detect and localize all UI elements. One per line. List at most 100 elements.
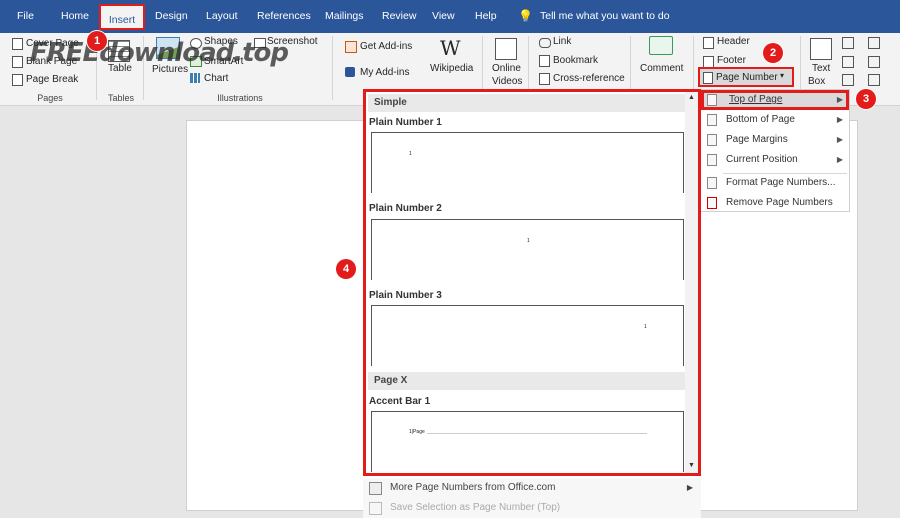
ribbon-divider — [332, 36, 333, 100]
gallery-item-label: Plain Number 1 — [369, 117, 442, 128]
menu-item-label: Save Selection as Page Number (Top) — [390, 502, 561, 513]
tab-design[interactable]: Design — [155, 0, 188, 33]
gallery-item-label: Plain Number 3 — [369, 290, 442, 301]
page-icon — [707, 154, 717, 166]
gallery-section-header: Page X — [368, 372, 686, 390]
callout-4: 4 — [336, 259, 356, 279]
save-selection-item: Save Selection as Page Number (Top) — [363, 498, 701, 518]
gallery-item-accent-bar-1[interactable]: 1|Page — [371, 411, 684, 472]
format-page-number-icon — [707, 177, 717, 189]
tab-layout[interactable]: Layout — [206, 0, 238, 33]
signature-line-icon[interactable] — [868, 37, 880, 49]
page-icon — [707, 114, 717, 126]
get-addins-button[interactable]: Get Add-ins — [360, 41, 412, 52]
page-icon — [707, 134, 717, 146]
more-page-numbers-item[interactable]: More Page Numbers from Office.com ▶ — [363, 478, 701, 498]
online-videos-label-1[interactable]: Online — [492, 63, 521, 74]
gallery-item-plain-number-2[interactable]: 1 — [371, 219, 684, 280]
callout-1: 1 — [87, 31, 107, 51]
page-break-icon — [12, 74, 23, 86]
group-label-pages: Pages — [37, 93, 63, 103]
quick-parts-icon[interactable] — [842, 37, 854, 49]
bookmark-button[interactable]: Bookmark — [553, 55, 598, 66]
tab-review[interactable]: Review — [382, 0, 416, 33]
comment-button[interactable]: Comment — [640, 63, 683, 74]
menu-bar: File Home Insert Design Layout Reference… — [0, 0, 900, 33]
menu-item-remove-page-numbers[interactable]: Remove Page Numbers — [701, 193, 849, 213]
tab-help[interactable]: Help — [475, 0, 497, 33]
menu-item-label: More Page Numbers from Office.com — [390, 482, 556, 493]
menu-item-format-page-numbers[interactable]: Format Page Numbers... — [701, 173, 849, 193]
wordart-icon[interactable] — [842, 56, 854, 68]
object-icon[interactable] — [868, 74, 880, 86]
chevron-right-icon: ▶ — [836, 135, 843, 144]
page-break-button[interactable]: Page Break — [26, 74, 78, 85]
page-number-icon — [703, 72, 713, 84]
text-box-label-1[interactable]: Text — [812, 63, 830, 74]
menu-item-label: Bottom of Page — [726, 114, 795, 125]
header-icon — [703, 37, 714, 49]
page-number-preview: 1|Page — [409, 429, 425, 435]
footer-button[interactable]: Footer — [717, 55, 746, 66]
my-addins-button[interactable]: My Add-ins — [360, 67, 409, 78]
tab-insert[interactable]: Insert — [99, 4, 145, 30]
link-button[interactable]: Link — [553, 36, 571, 47]
scroll-up-arrow-icon[interactable]: ▲ — [688, 94, 695, 101]
callout-3: 3 — [856, 89, 876, 109]
cross-reference-button[interactable]: Cross-reference — [553, 73, 625, 84]
store-icon — [345, 41, 357, 53]
watermark-logo: FREEdownload.top — [30, 38, 289, 68]
tab-home[interactable]: Home — [61, 0, 89, 33]
tab-references[interactable]: References — [257, 0, 311, 33]
text-box-icon — [810, 38, 832, 60]
scroll-down-arrow-icon[interactable]: ▼ — [688, 462, 695, 469]
menu-item-top-of-page[interactable]: Top of Page ▶ — [701, 90, 849, 110]
chevron-down-icon: ▾ — [780, 71, 785, 80]
my-addins-icon — [345, 67, 355, 77]
cross-reference-icon — [539, 73, 550, 85]
gallery-scrollbar[interactable]: ▲ ▼ — [685, 92, 698, 473]
menu-item-label: Current Position — [726, 154, 798, 165]
tell-me-search[interactable]: Tell me what you want to do — [540, 0, 670, 33]
tab-view[interactable]: View — [432, 0, 455, 33]
tab-mailings[interactable]: Mailings — [325, 0, 364, 33]
lightbulb-icon: 💡 — [518, 9, 533, 23]
group-label-tables: Tables — [107, 93, 134, 103]
menu-item-current-position[interactable]: Current Position ▶ — [701, 150, 849, 170]
date-time-icon[interactable] — [868, 56, 880, 68]
gallery-item-plain-number-1[interactable]: 1 — [371, 132, 684, 193]
page-number-gallery: Simple Plain Number 1 1 Plain Number 2 1… — [363, 89, 701, 476]
wikipedia-icon: W — [440, 36, 461, 60]
page-number-preview: 1 — [527, 238, 530, 244]
remove-page-number-icon — [707, 197, 717, 209]
header-button[interactable]: Header — [717, 36, 750, 47]
comment-icon — [649, 36, 673, 55]
chevron-right-icon: ▶ — [836, 95, 843, 104]
office-com-icon — [369, 482, 382, 495]
chevron-right-icon: ▶ — [686, 483, 693, 492]
bookmark-icon — [539, 55, 550, 67]
gallery-item-plain-number-3[interactable]: 1 — [371, 305, 684, 366]
online-videos-label-2[interactable]: Videos — [492, 76, 522, 87]
drop-cap-icon[interactable] — [842, 74, 854, 86]
tab-file[interactable]: File — [17, 0, 34, 33]
menu-item-page-margins[interactable]: Page Margins ▶ — [701, 130, 849, 150]
blank-page-icon — [12, 56, 23, 68]
menu-item-label: Format Page Numbers... — [726, 177, 836, 188]
chart-button[interactable]: Chart — [204, 73, 228, 84]
gallery-item-label: Accent Bar 1 — [369, 396, 431, 407]
page-number-button[interactable]: Page Number — [716, 72, 778, 83]
callout-2: 2 — [763, 43, 783, 63]
accent-bar-line — [427, 433, 647, 434]
page-number-preview: 1 — [644, 324, 647, 330]
cover-page-icon — [12, 38, 23, 50]
group-label-illustrations: Illustrations — [217, 93, 263, 103]
gallery-item-label: Plain Number 2 — [369, 203, 442, 214]
text-box-label-2[interactable]: Box — [808, 76, 825, 87]
wikipedia-button[interactable]: Wikipedia — [430, 63, 473, 74]
menu-item-label: Page Margins — [726, 134, 788, 145]
menu-item-label: Top of Page — [729, 94, 783, 105]
online-videos-icon — [495, 38, 517, 60]
menu-item-label: Remove Page Numbers — [726, 197, 833, 208]
menu-item-bottom-of-page[interactable]: Bottom of Page ▶ — [701, 110, 849, 130]
